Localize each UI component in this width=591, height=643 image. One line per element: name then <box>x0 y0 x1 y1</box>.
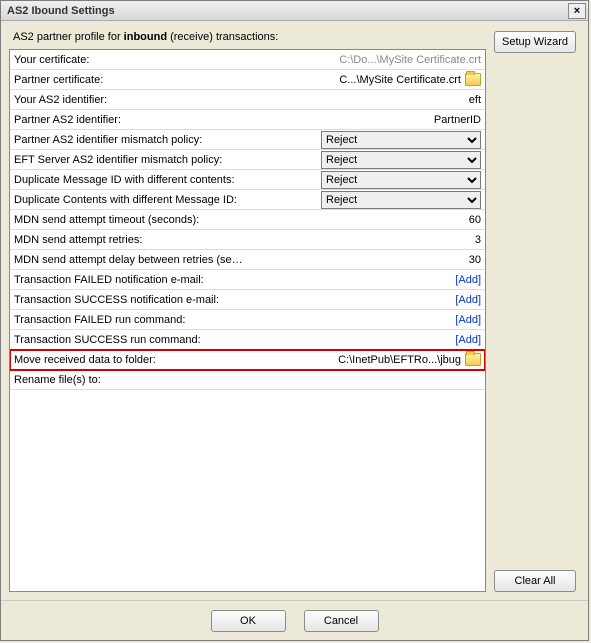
value: [Add] <box>244 294 481 306</box>
dialog-window: AS2 Ibound Settings × AS2 partner profil… <box>0 0 589 641</box>
label: Move received data to folder: <box>14 354 244 366</box>
label: Transaction SUCCESS run command: <box>14 334 244 346</box>
row-your-certificate[interactable]: Your certificate: C:\Do...\MySite Certif… <box>10 50 485 70</box>
label: EFT Server AS2 identifier mismatch polic… <box>14 154 244 166</box>
value: [Add] <box>244 334 481 346</box>
label: Transaction FAILED notification e-mail: <box>14 274 244 286</box>
subtitle-suffix: (receive) transactions: <box>167 31 278 43</box>
titlebar: AS2 Ibound Settings × <box>1 1 588 21</box>
value: C...\MySite Certificate.crt <box>244 73 481 86</box>
row-eft-mismatch-policy: EFT Server AS2 identifier mismatch polic… <box>10 150 485 170</box>
value: C:\InetPub\EFTRo...\jbug <box>244 353 481 366</box>
value: 30 <box>244 254 481 266</box>
value: 3 <box>244 234 481 246</box>
window-title: AS2 Ibound Settings <box>7 5 115 17</box>
value: [Add] <box>244 314 481 326</box>
row-move-received-data[interactable]: Move received data to folder: C:\InetPub… <box>10 350 485 370</box>
row-rename-files[interactable]: Rename file(s) to: <box>10 370 485 390</box>
setup-wizard-button[interactable]: Setup Wizard <box>494 31 576 53</box>
label: MDN send attempt timeout (seconds): <box>14 214 244 226</box>
value: [Add] <box>244 274 481 286</box>
row-failed-email: Transaction FAILED notification e-mail: … <box>10 270 485 290</box>
row-your-as2-id[interactable]: Your AS2 identifier: eft <box>10 90 485 110</box>
label: Rename file(s) to: <box>14 374 244 386</box>
folder-icon[interactable] <box>465 73 481 86</box>
row-partner-certificate[interactable]: Partner certificate: C...\MySite Certifi… <box>10 70 485 90</box>
row-success-email: Transaction SUCCESS notification e-mail:… <box>10 290 485 310</box>
label: Duplicate Message ID with different cont… <box>14 174 244 186</box>
label: Transaction SUCCESS notification e-mail: <box>14 294 244 306</box>
select-eft-mismatch[interactable]: Reject <box>321 151 481 169</box>
label: MDN send attempt retries: <box>14 234 244 246</box>
row-dup-contents: Duplicate Contents with different Messag… <box>10 190 485 210</box>
row-mdn-retries[interactable]: MDN send attempt retries: 3 <box>10 230 485 250</box>
cancel-button[interactable]: Cancel <box>304 610 379 632</box>
row-success-cmd: Transaction SUCCESS run command: [Add] <box>10 330 485 350</box>
value: Reject <box>244 171 481 189</box>
ok-button[interactable]: OK <box>211 610 286 632</box>
label: Transaction FAILED run command: <box>14 314 244 326</box>
subtitle: AS2 partner profile for inbound (receive… <box>13 31 486 43</box>
row-mdn-timeout[interactable]: MDN send attempt timeout (seconds): 60 <box>10 210 485 230</box>
add-link[interactable]: [Add] <box>455 274 481 286</box>
close-icon: × <box>574 5 580 17</box>
bottom-bar: OK Cancel <box>1 600 588 640</box>
left-column: AS2 partner profile for inbound (receive… <box>9 31 486 592</box>
select-dup-contents[interactable]: Reject <box>321 191 481 209</box>
folder-icon[interactable] <box>465 353 481 366</box>
row-mdn-delay[interactable]: MDN send attempt delay between retries (… <box>10 250 485 270</box>
subtitle-bold: inbound <box>124 31 167 43</box>
value-text: C...\MySite Certificate.crt <box>339 74 461 86</box>
settings-grid: Your certificate: C:\Do...\MySite Certif… <box>9 49 486 592</box>
close-button[interactable]: × <box>568 3 586 19</box>
value: C:\Do...\MySite Certificate.crt <box>244 54 481 66</box>
add-link[interactable]: [Add] <box>455 294 481 306</box>
label: Your AS2 identifier: <box>14 94 244 106</box>
row-partner-mismatch-policy: Partner AS2 identifier mismatch policy: … <box>10 130 485 150</box>
add-link[interactable]: [Add] <box>455 334 481 346</box>
value: eft <box>244 94 481 106</box>
label: Partner certificate: <box>14 74 244 86</box>
row-partner-as2-id[interactable]: Partner AS2 identifier: PartnerID <box>10 110 485 130</box>
value-text: C:\InetPub\EFTRo...\jbug <box>338 354 461 366</box>
value: Reject <box>244 151 481 169</box>
value: Reject <box>244 131 481 149</box>
label: Partner AS2 identifier mismatch policy: <box>14 134 244 146</box>
content-area: AS2 partner profile for inbound (receive… <box>1 21 588 600</box>
label: Your certificate: <box>14 54 244 66</box>
label: MDN send attempt delay between retries (… <box>14 254 244 266</box>
label: Partner AS2 identifier: <box>14 114 244 126</box>
grid-empty-area <box>10 390 485 592</box>
value: 60 <box>244 214 481 226</box>
value: PartnerID <box>244 114 481 126</box>
subtitle-prefix: AS2 partner profile for <box>13 31 124 43</box>
add-link[interactable]: [Add] <box>455 314 481 326</box>
row-dup-msgid: Duplicate Message ID with different cont… <box>10 170 485 190</box>
label: Duplicate Contents with different Messag… <box>14 194 244 206</box>
right-column: Setup Wizard Clear All <box>494 31 580 592</box>
value-text: C:\Do...\MySite Certificate.crt <box>339 54 481 66</box>
select-partner-mismatch[interactable]: Reject <box>321 131 481 149</box>
row-failed-cmd: Transaction FAILED run command: [Add] <box>10 310 485 330</box>
clear-all-button[interactable]: Clear All <box>494 570 576 592</box>
select-dup-msgid[interactable]: Reject <box>321 171 481 189</box>
value: Reject <box>244 191 481 209</box>
